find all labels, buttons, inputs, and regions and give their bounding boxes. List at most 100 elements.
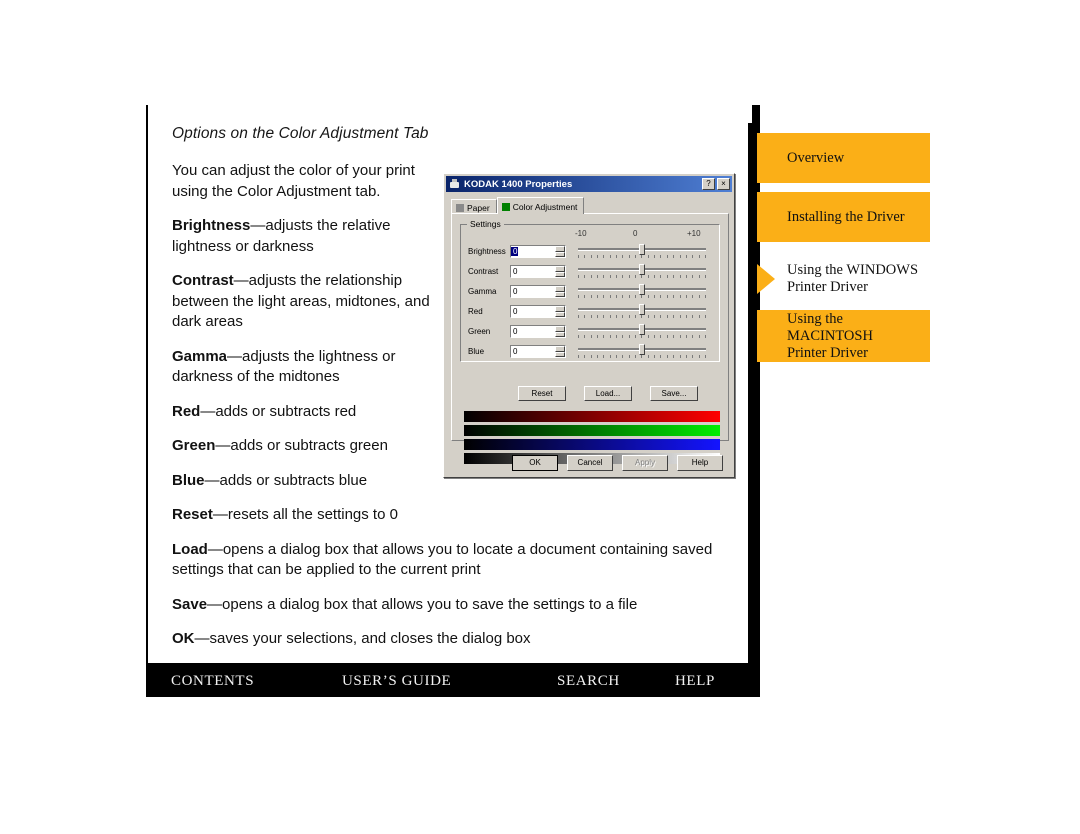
spinner-value: 0 [513,307,518,316]
scale-mid-label: 0 [633,229,638,238]
settings-button-row: Reset Load... Save... [518,386,698,401]
current-section-arrow-icon [757,264,775,294]
slider-thumb[interactable] [639,344,645,355]
blue-gradient-bar [464,439,720,450]
settings-group-label: Settings [467,219,504,229]
spinner-arrows-icon[interactable] [555,266,565,277]
spinner-value: 0 [511,247,518,256]
sidebar-item-using-the-windows-printer-driver[interactable]: Using the WINDOWS Printer Driver [757,253,930,305]
paragraph-term: Green [172,437,216,454]
spinner-arrows-icon[interactable] [555,326,565,337]
paper-icon [456,203,464,212]
paragraph: Contrast—adjusts the relationship betwee… [172,272,430,330]
paragraph: You can adjust the color of your print u… [172,162,415,200]
paragraph-term: Save [172,595,208,613]
dialog-tabs: Paper Color Adjustment [451,197,725,214]
sidebar-item-label: Using the WINDOWS [787,262,919,278]
sidebar-item-installing-the-driver[interactable]: Installing the Driver [757,192,930,242]
sidebar-item-label: Installing the Driver [787,208,905,225]
bottom-nav-search[interactable]: SEARCH [557,673,620,690]
slider-ticks [578,275,706,279]
slider-thumb[interactable] [639,304,645,315]
slider-ticks [578,315,706,319]
sidebar-item-label: Printer Driver [787,344,868,361]
paragraph: OK—saves your selections, and closes the… [172,630,531,647]
spinner-brightness[interactable]: 0 [510,245,566,258]
slider-gamma[interactable] [578,283,706,300]
paragraph-term: Contrast [172,272,234,289]
slider-red[interactable] [578,303,706,320]
cancel-button[interactable]: Cancel [567,455,613,471]
spinner-arrows-icon[interactable] [555,346,565,357]
spinner-arrows-icon[interactable] [555,246,565,257]
load-button[interactable]: Load... [584,386,632,401]
save-button[interactable]: Save... [650,386,698,401]
slider-row-blue: Blue 0 [465,343,717,360]
slider-label: Gamma [468,287,497,296]
slider-ticks [578,335,706,339]
sidebar-item-label: Printer Driver [787,279,868,295]
tab-color-adjustment[interactable]: Color Adjustment [496,197,585,214]
kodak-properties-dialog[interactable]: KODAK 1400 Properties ? × Paper Color Ad… [443,173,735,478]
reset-button[interactable]: Reset [518,386,566,401]
bottom-nav-users-guide[interactable]: USER’S GUIDE [342,673,451,690]
color-adjustment-panel: Settings -10 0 +10 Brightness 0 Contrast 0 G… [451,213,729,464]
sidebar-item-label: Using the [787,310,843,327]
paragraph-term: Reset [172,506,213,523]
slider-rows: Brightness 0 Contrast 0 Gamma 0 Red 0 Green 0 Blue… [465,243,717,363]
slider-label: Brightness [468,247,506,256]
slider-contrast[interactable] [578,263,706,280]
paragraph-term: OK [172,630,195,647]
sidebar-rail [748,123,757,675]
paragraph: Load—opens a dialog box that allows you … [172,540,713,579]
paragraph-term: Brightness [172,217,251,234]
titlebar-buttons: ? × [702,178,732,190]
slider-label: Contrast [468,267,499,276]
spinner-value: 0 [513,327,518,336]
bottom-nav-contents[interactable]: CONTENTS [171,673,254,690]
spinner-arrows-icon[interactable] [555,306,565,317]
slider-label: Red [468,307,483,316]
slider-thumb[interactable] [639,284,645,295]
dialog-titlebar: KODAK 1400 Properties ? × [446,176,732,192]
spinner-contrast[interactable]: 0 [510,265,566,278]
spinner-green[interactable]: 0 [510,325,566,338]
sidebar-item-using-the-macintosh-printer-driver[interactable]: Using the MACINTOSH Printer Driver [757,310,930,362]
bottom-nav-help[interactable]: HELP [675,673,715,690]
slider-brightness[interactable] [578,243,706,260]
color-adjustment-icon [501,202,510,211]
slider-thumb[interactable] [639,244,645,255]
help-question-icon[interactable]: ? [702,178,715,190]
paragraph-term: Red [172,402,201,420]
slider-ticks [578,255,706,259]
spinner-red[interactable]: 0 [510,305,566,318]
page-title: Options on the Color Adjustment Tab [172,125,429,142]
spinner-arrows-icon[interactable] [555,286,565,297]
slider-row-brightness: Brightness 0 [465,243,717,260]
tab-paper[interactable]: Paper [451,199,497,214]
close-icon[interactable]: × [717,178,730,190]
spinner-blue[interactable]: 0 [510,345,566,358]
green-gradient-bar [464,425,720,436]
slider-row-contrast: Contrast 0 [465,263,717,280]
spinner-value: 0 [513,287,518,296]
paragraph-term: Gamma [172,347,228,365]
slider-thumb[interactable] [639,264,645,275]
slider-label: Blue [468,347,485,356]
tab-paper-label: Paper [467,202,490,213]
help-button[interactable]: Help [677,455,723,471]
slider-row-red: Red 0 [465,303,717,320]
sidebar-item-overview[interactable]: Overview [757,133,930,183]
slider-thumb[interactable] [639,324,645,335]
spinner-gamma[interactable]: 0 [510,285,566,298]
slider-blue[interactable] [578,343,706,360]
slider-green[interactable] [578,323,706,340]
paragraph: Brightness—adjusts the relative lightnes… [172,217,391,255]
slider-label: Green [468,327,491,336]
ok-button[interactable]: OK [512,455,558,471]
scale-min-label: -10 [575,229,587,238]
tab-color-adjustment-label: Color Adjustment [512,201,578,212]
spinner-value: 0 [513,267,518,276]
printer-icon [449,178,460,190]
bottom-nav-bar: CONTENTS USER’S GUIDE SEARCH HELP [148,665,760,697]
